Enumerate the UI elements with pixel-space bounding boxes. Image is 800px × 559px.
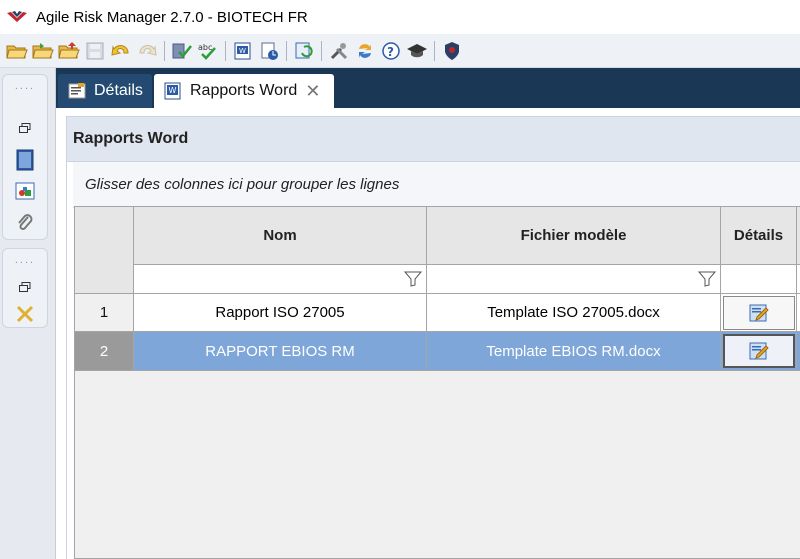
- toolbar: abc W ?: [0, 34, 800, 68]
- save-icon[interactable]: [82, 38, 108, 64]
- grid-corner[interactable]: [75, 207, 134, 294]
- toolbar-separator: [434, 40, 435, 61]
- left-rail: .... ....: [0, 68, 56, 559]
- details-button[interactable]: [722, 295, 795, 330]
- filter-cell-fichier[interactable]: [427, 265, 721, 294]
- column-header-nom[interactable]: Nom: [134, 207, 427, 265]
- details-icon: [66, 80, 88, 102]
- window-title: Agile Risk Manager 2.7.0 - BIOTECH FR: [36, 8, 308, 26]
- folder-up-icon[interactable]: [56, 38, 82, 64]
- tab-strip: Détails W Rapports Word ✕: [56, 68, 800, 108]
- row-number[interactable]: 2: [75, 332, 134, 371]
- column-header-details[interactable]: Détails: [721, 207, 797, 265]
- cell-details: [721, 332, 797, 371]
- cell-fichier-modele[interactable]: Template EBIOS RM.docx: [427, 332, 721, 371]
- edit-icon: [749, 304, 769, 321]
- filter-cell-nom[interactable]: [134, 265, 427, 294]
- spellcheck-icon[interactable]: abc: [195, 38, 221, 64]
- tab-label: Détails: [94, 82, 143, 99]
- undo-icon[interactable]: [108, 38, 134, 64]
- rail-grip[interactable]: ....: [15, 255, 35, 266]
- title-bar: Agile Risk Manager 2.7.0 - BIOTECH FR: [0, 0, 800, 34]
- word-icon: W: [162, 80, 184, 102]
- row-number[interactable]: 1: [75, 294, 134, 332]
- rail-panel-top: ....: [2, 74, 48, 240]
- app-logo-icon: [7, 11, 27, 22]
- refresh-icon[interactable]: [291, 38, 317, 64]
- data-grid: Nom Fichier modèle Détails 1 Rapport ISO…: [74, 206, 800, 559]
- restore-window-icon[interactable]: [12, 115, 38, 141]
- svg-text:abc: abc: [198, 43, 212, 52]
- paperclip-icon[interactable]: [12, 210, 38, 236]
- open-folder-icon[interactable]: [4, 38, 30, 64]
- shield-icon[interactable]: [439, 38, 465, 64]
- details-button[interactable]: [722, 334, 795, 368]
- cell-nom[interactable]: Rapport ISO 27005: [134, 294, 427, 332]
- rail-grip[interactable]: ....: [15, 81, 35, 92]
- toolbar-separator: [225, 40, 226, 61]
- graduation-cap-icon[interactable]: [404, 38, 430, 64]
- sync-icon[interactable]: [352, 38, 378, 64]
- svg-text:W: W: [239, 47, 246, 55]
- close-icon[interactable]: ✕: [305, 81, 320, 102]
- chart-image-icon[interactable]: [12, 179, 38, 205]
- tools-icon[interactable]: [326, 38, 352, 64]
- restore-window-icon[interactable]: [12, 277, 38, 298]
- tools-cross-icon[interactable]: [12, 304, 38, 325]
- panel-body: Glisser des colonnes ici pour grouper le…: [66, 162, 800, 559]
- tab-details[interactable]: Détails: [58, 74, 152, 108]
- cell-nom[interactable]: RAPPORT EBIOS RM: [134, 332, 427, 371]
- report-word-icon[interactable]: W: [230, 38, 256, 64]
- toolbar-separator: [321, 40, 322, 61]
- open-folder-arrow-icon[interactable]: [30, 38, 56, 64]
- help-icon[interactable]: ?: [378, 38, 404, 64]
- panel-title: Rapports Word: [66, 116, 800, 162]
- filter-icon[interactable]: [698, 271, 716, 287]
- filter-cell-details: [721, 265, 797, 294]
- report-generate-icon[interactable]: [256, 38, 282, 64]
- tab-rapports-word[interactable]: W Rapports Word ✕: [154, 74, 334, 108]
- column-header-fichier-modele[interactable]: Fichier modèle: [427, 207, 721, 265]
- svg-text:W: W: [169, 86, 177, 95]
- rail-panel-bottom: ....: [2, 248, 48, 328]
- toolbar-separator: [164, 40, 165, 61]
- book-icon[interactable]: [12, 147, 38, 173]
- cell-fichier-modele[interactable]: Template ISO 27005.docx: [427, 294, 721, 332]
- group-by-panel[interactable]: Glisser des colonnes ici pour grouper le…: [73, 162, 800, 208]
- filter-icon[interactable]: [404, 271, 422, 287]
- content-area: Rapports Word Glisser des colonnes ici p…: [56, 108, 800, 559]
- redo-icon[interactable]: [134, 38, 160, 64]
- edit-icon: [749, 342, 769, 360]
- cell-details: [721, 294, 797, 332]
- svg-text:?: ?: [387, 45, 394, 59]
- tab-label: Rapports Word: [190, 82, 298, 99]
- toolbar-separator: [286, 40, 287, 61]
- validate-icon[interactable]: [169, 38, 195, 64]
